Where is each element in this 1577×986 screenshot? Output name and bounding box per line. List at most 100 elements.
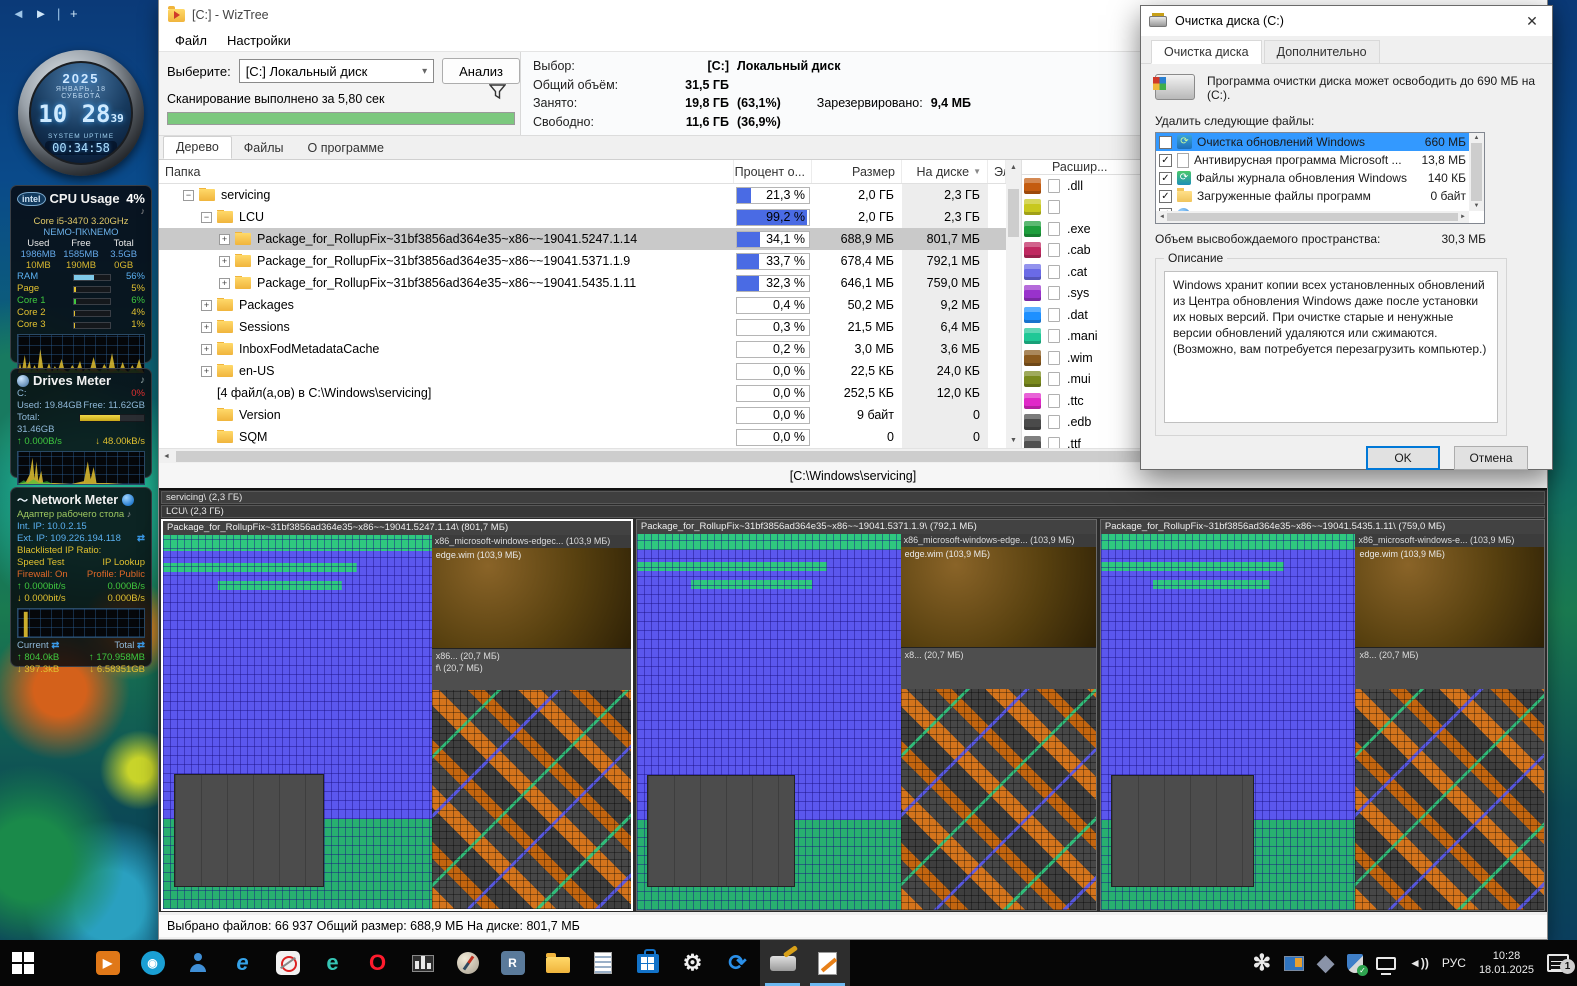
dialog-titlebar[interactable]: Очистка диска (C:) ✕ (1141, 6, 1552, 36)
treemap-strip-lcu[interactable]: LCU\ (2,3 ГБ) (161, 505, 1545, 518)
capture-tool[interactable] (265, 940, 310, 986)
scroll-left-icon[interactable]: ◄ (159, 453, 174, 460)
refresh-icon[interactable]: ⇄ (137, 533, 145, 545)
volume-tray-icon[interactable]: ◄)) (1409, 956, 1429, 970)
sync-app[interactable]: ⟳ (715, 940, 760, 986)
scroll-down-icon[interactable]: ▼ (1474, 203, 1480, 209)
settings-app[interactable]: ⚙ (670, 940, 715, 986)
nav-back-icon[interactable]: ◄ (12, 6, 28, 21)
lotus-tray-icon[interactable]: ✻ (1253, 950, 1271, 976)
treemap-files-region[interactable] (1101, 534, 1356, 910)
file-explorer[interactable] (535, 940, 580, 986)
checkbox[interactable]: ✓ (1159, 154, 1172, 167)
scroll-left-icon[interactable]: ◄ (1159, 214, 1165, 220)
menu-file[interactable]: Файл (167, 32, 215, 49)
checkbox[interactable]: ✓ (1159, 190, 1172, 203)
tab-tree[interactable]: Дерево (163, 136, 232, 159)
treemap-mosaic-region[interactable] (901, 689, 1096, 910)
col-items[interactable]: Элем (988, 160, 1006, 183)
cube-tray-icon[interactable]: ◆ (1317, 950, 1334, 976)
treemap-mosaic-region[interactable] (1355, 689, 1544, 910)
tree-vertical-scrollbar[interactable]: ▲ ▼ (1006, 160, 1021, 448)
treemap-block-2[interactable]: Package_for_RollupFix~31bf3856ad364e35~x… (636, 519, 1097, 911)
tree-expander-icon[interactable]: + (219, 278, 230, 289)
list-horizontal-scrollbar[interactable]: ◄► (1156, 211, 1469, 223)
disk-cleanup[interactable] (760, 940, 805, 986)
tree-expander-icon[interactable]: − (183, 190, 194, 201)
tree-expander-icon[interactable]: + (219, 256, 230, 267)
tab-about[interactable]: О программе (296, 138, 396, 159)
notification-icon[interactable]: 1 (1547, 954, 1569, 972)
edge-browser[interactable]: e (310, 940, 355, 986)
checkbox[interactable] (1159, 136, 1172, 149)
start-button[interactable] (0, 940, 45, 986)
wiztree-app[interactable] (805, 940, 850, 986)
nav-forward-icon[interactable]: ► (35, 6, 51, 21)
treemap[interactable]: servicing\ (2,3 ГБ) LCU\ (2,3 ГБ) Packag… (159, 488, 1547, 912)
media-player[interactable]: ▶ (85, 940, 130, 986)
col-folder[interactable]: Папка (159, 160, 734, 183)
cpu-gadget[interactable]: intel CPU Usage 4% ♪ Core i5-3470 3.20GH… (10, 185, 152, 363)
close-icon[interactable]: ✕ (1512, 6, 1552, 36)
drive-select[interactable]: [C:] Локальный диск▾ (239, 59, 434, 83)
music-note-icon[interactable]: ♪ (140, 375, 145, 386)
table-row[interactable]: +Package_for_RollupFix~31bf3856ad364e35~… (159, 272, 1006, 294)
tree-expander-icon[interactable]: + (219, 234, 230, 245)
treemap-edgewim-region[interactable]: edge.wim (103,9 МБ) (1355, 547, 1544, 647)
clock-gadget[interactable]: 2025 ЯНВАРЬ, 18 СУББОТА 10 2839 SYSTEM U… (18, 50, 144, 176)
scroll-up-icon[interactable]: ▲ (1474, 135, 1480, 141)
tree-expander-icon[interactable]: + (201, 300, 212, 311)
photo-tray-icon[interactable] (1284, 956, 1304, 971)
speed-test-link[interactable]: Speed Test (17, 557, 64, 569)
table-row[interactable]: +Packages0,4 %50,2 МБ9,2 МБ (159, 294, 1006, 316)
cancel-button[interactable]: Отмена (1454, 446, 1528, 470)
system-monitor[interactable] (400, 940, 445, 986)
language-indicator[interactable]: РУС (1442, 956, 1466, 970)
table-row[interactable]: −LCU99,2 %2,0 ГБ2,3 ГБ (159, 206, 1006, 228)
cleanup-list-item[interactable]: ✓Загруженные файлы программ0 байт (1156, 187, 1469, 205)
gadget-nav[interactable]: ◄ ► | + (12, 6, 81, 21)
opera-browser[interactable]: O (355, 940, 400, 986)
tab-disk-cleanup[interactable]: Очистка диска (1151, 40, 1262, 64)
menu-settings[interactable]: Настройки (219, 32, 299, 49)
treemap-block-1[interactable]: Package_for_RollupFix~31bf3856ad364e35~x… (161, 519, 633, 911)
table-row[interactable]: +en-US0,0 %22,5 КБ24,0 КБ (159, 360, 1006, 382)
tab-more-options[interactable]: Дополнительно (1264, 40, 1380, 64)
taskbar-clock[interactable]: 10:2818.01.2025 (1479, 949, 1534, 977)
registry-tool[interactable]: R (490, 940, 535, 986)
internet-explorer[interactable]: e (220, 940, 265, 986)
cleanup-list-item[interactable]: ✓Антивирусная программа Microsoft ...13,… (1156, 151, 1469, 169)
notes-app[interactable] (580, 940, 625, 986)
lamp-app[interactable]: ◉ (130, 940, 175, 986)
ok-button[interactable]: OK (1366, 446, 1440, 470)
treemap-block-3[interactable]: Package_for_RollupFix~31bf3856ad364e35~x… (1100, 519, 1545, 911)
scroll-up-icon[interactable]: ▲ (1006, 160, 1021, 175)
scroll-right-icon[interactable]: ► (1460, 214, 1466, 220)
treemap-strip-servicing[interactable]: servicing\ (2,3 ГБ) (161, 491, 1545, 504)
microsoft-store[interactable] (625, 940, 670, 986)
checkbox[interactable]: ✓ (1159, 172, 1172, 185)
tree-expander-icon[interactable]: − (201, 212, 212, 223)
contacts-app[interactable] (175, 940, 220, 986)
treemap-files-region[interactable] (637, 534, 901, 910)
nav-add-icon[interactable]: + (70, 6, 81, 21)
scroll-thumb[interactable] (1008, 189, 1019, 237)
cleanup-file-list[interactable]: ⟳Очистка обновлений Windows660 МБ✓Антиви… (1155, 132, 1485, 224)
table-row[interactable]: Version0,0 %9 байт0 (159, 404, 1006, 426)
cleanup-list-item[interactable]: ⟳Очистка обновлений Windows660 МБ (1156, 133, 1469, 151)
network-tray-icon[interactable] (1376, 957, 1396, 970)
scroll-down-icon[interactable]: ▼ (1006, 433, 1021, 448)
table-row[interactable]: +Sessions0,3 %21,5 МБ6,4 МБ (159, 316, 1006, 338)
table-row[interactable]: +Package_for_RollupFix~31bf3856ad364e35~… (159, 228, 1006, 250)
list-vertical-scrollbar[interactable]: ▲▼ (1469, 133, 1484, 211)
tree-header[interactable]: Папка Процент о... Размер На диске▼ Элем (159, 160, 1006, 184)
table-row[interactable]: −servicing21,3 %2,0 ГБ2,3 ГБ (159, 184, 1006, 206)
table-row[interactable]: +Package_for_RollupFix~31bf3856ad364e35~… (159, 250, 1006, 272)
treemap-files-region[interactable] (163, 535, 432, 909)
tab-files[interactable]: Файлы (232, 138, 296, 159)
table-row[interactable]: [4 файл(а,ов) в C:\Windows\servicing]0,0… (159, 382, 1006, 404)
col-disk[interactable]: На диске▼ (902, 160, 988, 183)
ip-lookup-link[interactable]: IP Lookup (102, 557, 145, 569)
treemap-mosaic-region[interactable] (432, 690, 631, 909)
table-row[interactable]: +InboxFodMetadataCache0,2 %3,0 МБ3,6 МБ (159, 338, 1006, 360)
